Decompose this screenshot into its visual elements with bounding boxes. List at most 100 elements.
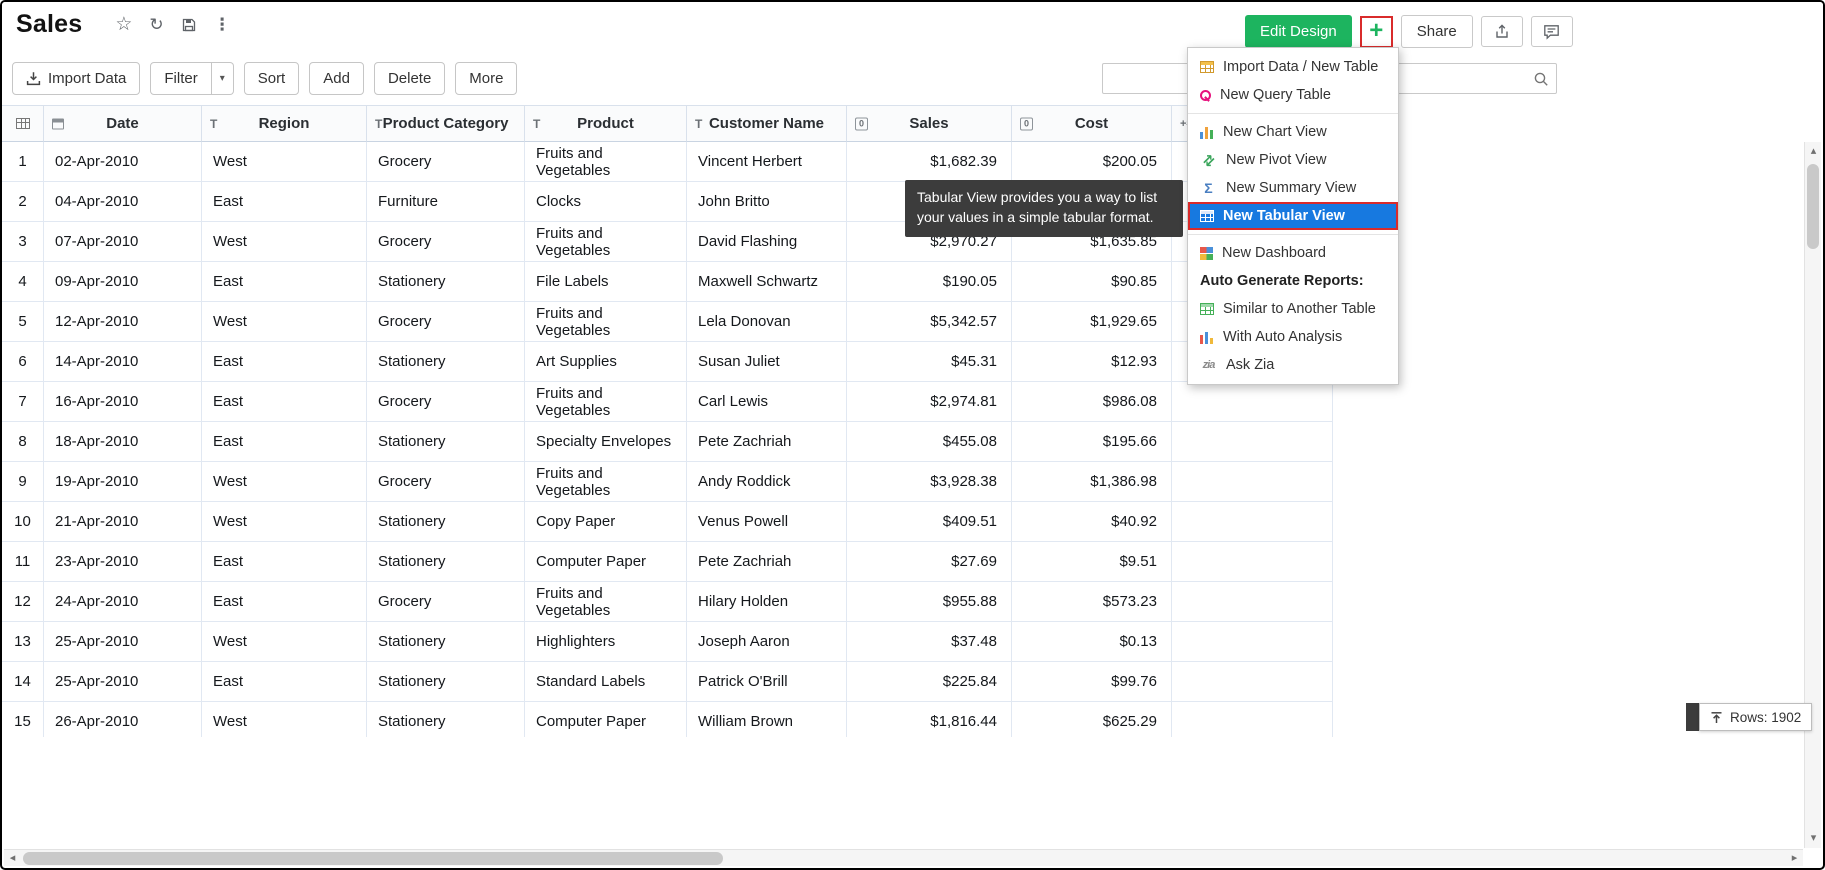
table-row[interactable]: 13 25-Apr-2010 West Stationery Highlight… <box>2 622 1333 662</box>
save-icon[interactable] <box>181 17 197 33</box>
row-number[interactable]: 11 <box>2 542 44 582</box>
table-row[interactable]: 14 25-Apr-2010 East Stationery Standard … <box>2 662 1333 702</box>
cell-product[interactable]: Art Supplies <box>525 342 687 382</box>
edit-design-button[interactable]: Edit Design <box>1245 15 1352 48</box>
cell-date[interactable]: 14-Apr-2010 <box>44 342 202 382</box>
cell-date[interactable]: 24-Apr-2010 <box>44 582 202 622</box>
cell-date[interactable]: 21-Apr-2010 <box>44 502 202 542</box>
scroll-up-icon[interactable]: ▴ <box>1805 143 1822 160</box>
cell-product[interactable]: Computer Paper <box>525 542 687 582</box>
cell-product-category[interactable]: Grocery <box>367 302 525 342</box>
cell-cost[interactable]: $573.23 <box>1012 582 1172 622</box>
cell-product[interactable]: Computer Paper <box>525 702 687 737</box>
menu-item-new-tabular-view[interactable]: New Tabular View <box>1188 202 1398 230</box>
cell-empty[interactable] <box>1172 462 1333 502</box>
menu-item-similar-to-another-table[interactable]: Similar to Another Table <box>1188 295 1398 323</box>
cell-region[interactable]: East <box>202 422 367 462</box>
cell-cost[interactable]: $625.29 <box>1012 702 1172 737</box>
table-row[interactable]: 10 21-Apr-2010 West Stationery Copy Pape… <box>2 502 1333 542</box>
row-number[interactable]: 10 <box>2 502 44 542</box>
cell-cost[interactable]: $99.76 <box>1012 662 1172 702</box>
cell-cost[interactable]: $200.05 <box>1012 142 1172 182</box>
cell-cost[interactable]: $986.08 <box>1012 382 1172 422</box>
column-header-region[interactable]: T Region <box>202 106 367 142</box>
cell-cost[interactable]: $1,386.98 <box>1012 462 1172 502</box>
cell-sales[interactable]: $225.84 <box>847 662 1012 702</box>
cell-customer-name[interactable]: Andy Roddick <box>687 462 847 502</box>
cell-product-category[interactable]: Stationery <box>367 262 525 302</box>
cell-empty[interactable] <box>1172 662 1333 702</box>
cell-region[interactable]: West <box>202 462 367 502</box>
cell-product-category[interactable]: Stationery <box>367 422 525 462</box>
cell-region[interactable]: East <box>202 382 367 422</box>
cell-date[interactable]: 26-Apr-2010 <box>44 702 202 737</box>
cell-date[interactable]: 07-Apr-2010 <box>44 222 202 262</box>
menu-item-ask-zia[interactable]: Ask Zia <box>1188 351 1398 379</box>
cell-sales[interactable]: $5,342.57 <box>847 302 1012 342</box>
cell-product[interactable]: Standard Labels <box>525 662 687 702</box>
cell-region[interactable]: East <box>202 582 367 622</box>
table-row[interactable]: 4 09-Apr-2010 East Stationery File Label… <box>2 262 1333 302</box>
cell-customer-name[interactable]: Pete Zachriah <box>687 542 847 582</box>
cell-product-category[interactable]: Grocery <box>367 462 525 502</box>
more-button[interactable]: More <box>455 62 517 95</box>
scroll-down-icon[interactable]: ▾ <box>1805 830 1822 847</box>
cell-date[interactable]: 12-Apr-2010 <box>44 302 202 342</box>
menu-item-new-query-table[interactable]: New Query Table <box>1188 81 1398 109</box>
cell-product[interactable]: Highlighters <box>525 622 687 662</box>
table-row[interactable]: 5 12-Apr-2010 West Grocery Fruits and Ve… <box>2 302 1333 342</box>
cell-region[interactable]: West <box>202 502 367 542</box>
table-row[interactable]: 9 19-Apr-2010 West Grocery Fruits and Ve… <box>2 462 1333 502</box>
cell-cost[interactable]: $0.13 <box>1012 622 1172 662</box>
cell-customer-name[interactable]: Lela Donovan <box>687 302 847 342</box>
cell-sales[interactable]: $45.31 <box>847 342 1012 382</box>
column-header-customer-name[interactable]: T Customer Name <box>687 106 847 142</box>
cell-customer-name[interactable]: Carl Lewis <box>687 382 847 422</box>
column-header-cost[interactable]: 0 Cost <box>1012 106 1172 142</box>
cell-sales[interactable]: $1,682.39 <box>847 142 1012 182</box>
row-number[interactable]: 15 <box>2 702 44 737</box>
import-data-button[interactable]: Import Data <box>12 62 140 95</box>
star-icon[interactable]: ☆ <box>115 15 132 34</box>
row-number[interactable]: 12 <box>2 582 44 622</box>
export-button[interactable] <box>1481 16 1523 47</box>
table-row[interactable]: 6 14-Apr-2010 East Stationery Art Suppli… <box>2 342 1333 382</box>
cell-date[interactable]: 16-Apr-2010 <box>44 382 202 422</box>
cell-product[interactable]: Fruits and Vegetables <box>525 142 687 182</box>
menu-item-with-auto-analysis[interactable]: With Auto Analysis <box>1188 323 1398 351</box>
cell-empty[interactable] <box>1172 502 1333 542</box>
table-row[interactable]: 11 23-Apr-2010 East Stationery Computer … <box>2 542 1333 582</box>
row-number[interactable]: 2 <box>2 182 44 222</box>
cell-region[interactable]: West <box>202 622 367 662</box>
cell-product-category[interactable]: Grocery <box>367 382 525 422</box>
cell-empty[interactable] <box>1172 542 1333 582</box>
table-row[interactable]: 7 16-Apr-2010 East Grocery Fruits and Ve… <box>2 382 1333 422</box>
cell-region[interactable]: West <box>202 302 367 342</box>
column-header-sales[interactable]: 0 Sales <box>847 106 1012 142</box>
cell-product[interactable]: Copy Paper <box>525 502 687 542</box>
table-row[interactable]: 1 02-Apr-2010 West Grocery Fruits and Ve… <box>2 142 1333 182</box>
cell-region[interactable]: East <box>202 662 367 702</box>
cell-date[interactable]: 25-Apr-2010 <box>44 662 202 702</box>
share-button[interactable]: Share <box>1401 15 1473 48</box>
horizontal-scrollbar[interactable]: ◂ ▸ <box>4 849 1803 866</box>
cell-cost[interactable]: $1,929.65 <box>1012 302 1172 342</box>
cell-empty[interactable] <box>1172 702 1333 737</box>
cell-date[interactable]: 09-Apr-2010 <box>44 262 202 302</box>
scroll-to-top-icon[interactable] <box>1710 711 1723 724</box>
cell-product-category[interactable]: Stationery <box>367 542 525 582</box>
table-row[interactable]: 12 24-Apr-2010 East Grocery Fruits and V… <box>2 582 1333 622</box>
cell-cost[interactable]: $40.92 <box>1012 502 1172 542</box>
cell-product-category[interactable]: Stationery <box>367 662 525 702</box>
delete-button[interactable]: Delete <box>374 62 445 95</box>
cell-customer-name[interactable]: David Flashing <box>687 222 847 262</box>
add-button[interactable]: Add <box>309 62 364 95</box>
row-number[interactable]: 6 <box>2 342 44 382</box>
cell-cost[interactable]: $12.93 <box>1012 342 1172 382</box>
column-header-date[interactable]: Date <box>44 106 202 142</box>
cell-date[interactable]: 02-Apr-2010 <box>44 142 202 182</box>
row-number[interactable]: 13 <box>2 622 44 662</box>
cell-date[interactable]: 23-Apr-2010 <box>44 542 202 582</box>
cell-product-category[interactable]: Stationery <box>367 702 525 737</box>
cell-date[interactable]: 25-Apr-2010 <box>44 622 202 662</box>
